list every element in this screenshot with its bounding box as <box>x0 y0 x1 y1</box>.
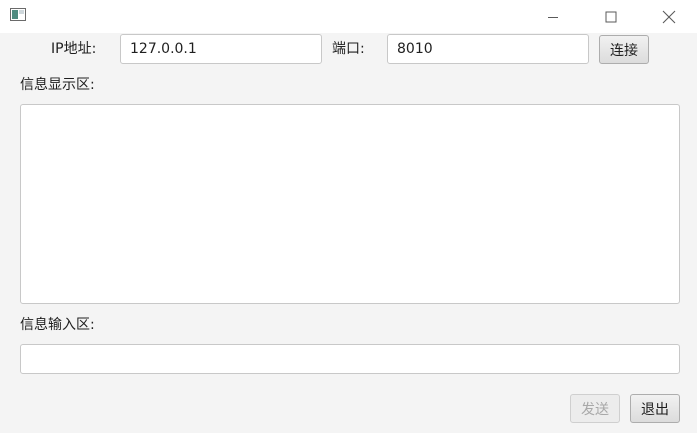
ip-input[interactable] <box>120 34 322 64</box>
input-area-label: 信息输入区: <box>20 317 95 333</box>
message-input[interactable] <box>20 344 680 374</box>
close-icon <box>662 10 676 23</box>
ip-label: IP地址: <box>51 41 97 57</box>
port-label: 端口: <box>332 41 365 57</box>
send-button[interactable]: 发送 <box>570 394 620 423</box>
minimize-icon <box>548 16 558 18</box>
minimize-button[interactable] <box>524 0 582 33</box>
close-button[interactable] <box>640 0 697 33</box>
display-area-label: 信息显示区: <box>20 77 95 93</box>
title-bar[interactable] <box>0 0 697 33</box>
maximize-button[interactable] <box>582 0 640 33</box>
maximize-icon <box>605 11 617 22</box>
port-input[interactable] <box>387 34 589 64</box>
exit-button[interactable]: 退出 <box>630 394 680 423</box>
app-icon <box>10 8 26 21</box>
message-display-area[interactable] <box>20 104 680 304</box>
connect-button[interactable]: 连接 <box>599 35 649 64</box>
